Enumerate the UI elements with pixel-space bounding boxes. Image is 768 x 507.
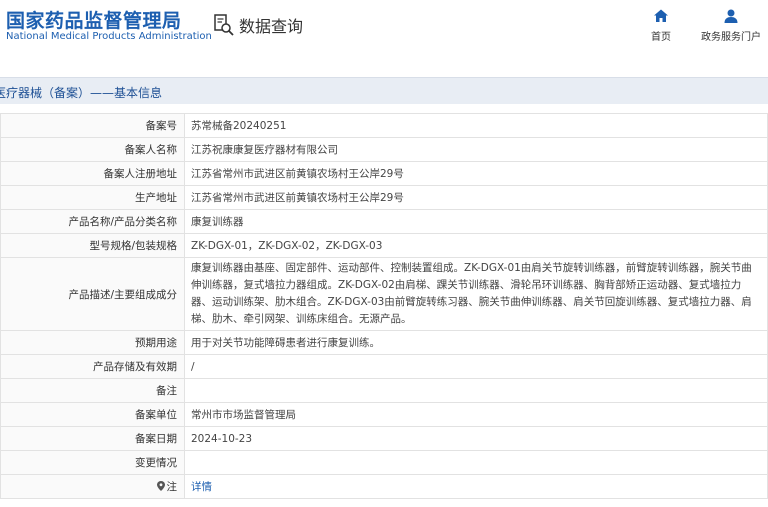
nav-home[interactable]: 首页 [631,8,691,43]
field-value [184,450,768,475]
table-row: 备案号 苏常械备20240251 [0,113,768,138]
table-row: 变更情况 [0,450,768,475]
note-value: 详情 [184,474,768,499]
field-label: 产品名称/产品分类名称 [0,209,185,234]
field-label: 预期用途 [0,330,185,355]
table-row: 注 详情 [0,474,768,499]
page-title: 数据查询 [239,17,304,36]
table-row: 备案人注册地址 江苏省常州市武进区前黄镇农场村王公岸29号 [0,161,768,186]
user-icon [724,9,738,23]
record-detail-table: 备案号 苏常械备20240251 备案人名称 江苏祝康康复医疗器材有限公司 备案… [0,113,768,499]
breadcrumb: 医疗器械（备案）——基本信息 [0,77,768,104]
field-value: 用于对关节功能障碍患者进行康复训练。 [184,330,768,355]
note-label-text: 注 [166,481,178,493]
field-value: / [184,354,768,379]
field-value [184,378,768,403]
document-search-icon [214,14,234,36]
nav-gov-portal-label: 政务服务门户 [701,32,761,43]
field-value: 江苏祝康康复医疗器材有限公司 [184,137,768,162]
field-value: 江苏省常州市武进区前黄镇农场村王公岸29号 [184,161,768,186]
location-pin-icon [156,481,165,491]
field-value: ZK-DGX-01，ZK-DGX-02，ZK-DGX-03 [184,233,768,258]
table-row: 型号规格/包装规格 ZK-DGX-01，ZK-DGX-02，ZK-DGX-03 [0,233,768,258]
field-value: 康复训练器由基座、固定部件、运动部件、控制装置组成。ZK-DGX-01由肩关节旋… [184,257,768,331]
table-row: 备案人名称 江苏祝康康复医疗器材有限公司 [0,137,768,162]
home-icon [654,9,668,22]
field-value: 康复训练器 [184,209,768,234]
field-value: 苏常械备20240251 [184,113,768,138]
field-label: 备案号 [0,113,185,138]
data-query-heading: 数据查询 [212,12,303,38]
field-label: 型号规格/包装规格 [0,233,185,258]
site-header: 国家药品监督管理局 National Medical Products Admi… [0,0,768,70]
nav-gov-portal[interactable]: 政务服务门户 [701,8,761,43]
site-logo-en: National Medical Products Administration [6,31,212,42]
note-label: 注 [0,474,185,499]
nav-home-label: 首页 [651,32,671,43]
table-row: 备注 [0,378,768,403]
field-label: 备案人注册地址 [0,161,185,186]
table-row: 备案单位 常州市市场监督管理局 [0,402,768,427]
table-row: 产品名称/产品分类名称 康复训练器 [0,209,768,234]
table-row: 产品描述/主要组成成分 康复训练器由基座、固定部件、运动部件、控制装置组成。ZK… [0,257,768,331]
table-row: 备案日期 2024-10-23 [0,426,768,451]
field-label: 备案人名称 [0,137,185,162]
field-value: 江苏省常州市武进区前黄镇农场村王公岸29号 [184,185,768,210]
field-label: 备案日期 [0,426,185,451]
breadcrumb-text: 医疗器械（备案）——基本信息 [0,86,163,100]
details-link[interactable]: 详情 [191,481,212,493]
table-row: 产品存储及有效期 / [0,354,768,379]
field-label: 产品描述/主要组成成分 [0,257,185,331]
site-logo-cn[interactable]: 国家药品监督管理局 [6,6,182,33]
field-label: 备注 [0,378,185,403]
field-label: 生产地址 [0,185,185,210]
field-label: 备案单位 [0,402,185,427]
table-row: 生产地址 江苏省常州市武进区前黄镇农场村王公岸29号 [0,185,768,210]
field-value: 常州市市场监督管理局 [184,402,768,427]
field-label: 产品存储及有效期 [0,354,185,379]
field-label: 变更情况 [0,450,185,475]
field-value: 2024-10-23 [184,426,768,451]
table-row: 预期用途 用于对关节功能障碍患者进行康复训练。 [0,330,768,355]
